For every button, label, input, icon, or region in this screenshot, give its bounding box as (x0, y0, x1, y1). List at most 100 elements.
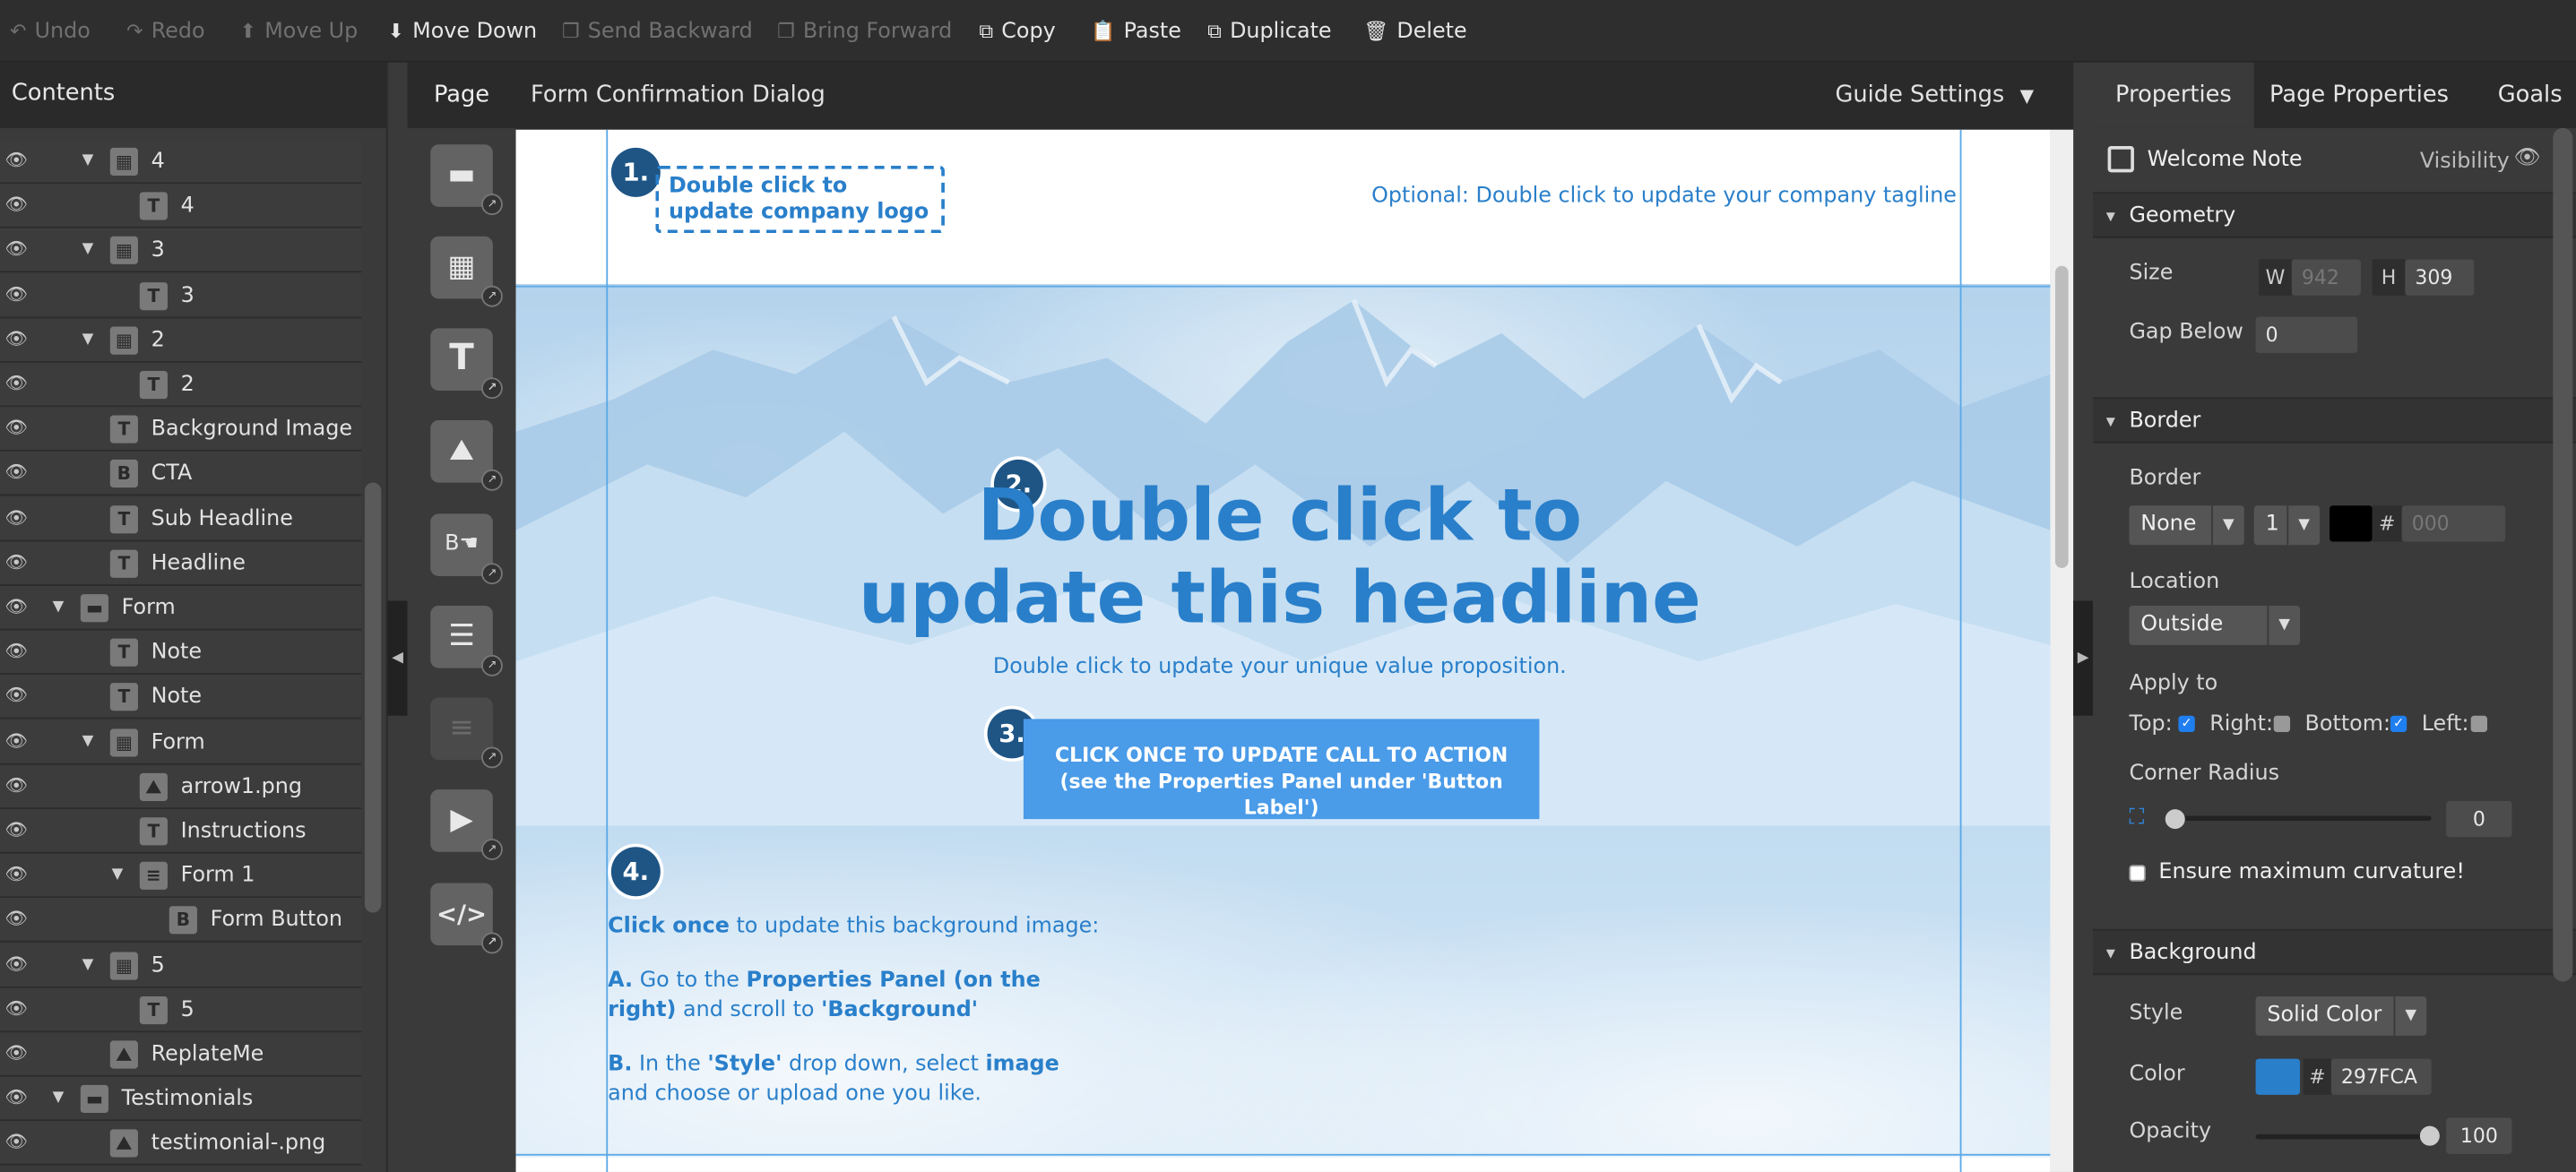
tree-row[interactable]: 👁 ▼ ≡ Form 1 (0, 853, 362, 899)
eye-icon[interactable]: 👁 (4, 998, 28, 1019)
eye-icon[interactable]: 👁 (4, 775, 28, 796)
move-down-button[interactable]: ⬇ Move Down (388, 0, 538, 63)
collapse-left-panel-button[interactable]: ◀ (387, 600, 408, 716)
eye-icon[interactable]: 👁 (4, 151, 28, 171)
visibility-eye-icon[interactable]: 👁 (2513, 146, 2540, 170)
eye-icon[interactable]: 👁 (4, 194, 28, 215)
border-style-dropdown[interactable]: None ▼ (2129, 505, 2244, 546)
eye-icon[interactable]: 👁 (4, 642, 28, 662)
tree-row[interactable]: 👁 ▼ ▦ 4 (0, 139, 362, 185)
tree-row[interactable]: 👁 ▼ ▦ Form (0, 720, 362, 764)
tree-row[interactable]: 👁 ▼ ▬ Form (0, 585, 362, 631)
collapse-right-panel-button[interactable]: ▶ (2073, 600, 2094, 716)
opacity-slider-knob[interactable] (2419, 1125, 2440, 1146)
button-widget[interactable]: B☚ ↗ (430, 513, 503, 585)
tree-row[interactable]: 👁 ⛰ testimonial-.png (0, 1121, 362, 1167)
list-widget[interactable]: ☰ ↗ (430, 605, 503, 676)
tree-row[interactable]: 👁 T Note (0, 675, 362, 720)
expand-arrow-icon[interactable]: ▼ (82, 731, 99, 751)
eye-icon[interactable]: 👁 (4, 865, 28, 885)
left-checkbox[interactable] (2470, 715, 2488, 733)
tree-row[interactable]: 👁 B CTA (0, 452, 362, 496)
background-color-input[interactable]: 297FCA (2330, 1058, 2432, 1095)
background-style-dropdown[interactable]: Solid Color ▼ (2255, 995, 2427, 1036)
background-section-header[interactable]: Background (2093, 928, 2576, 976)
bottom-checkbox[interactable]: ✓ (2390, 715, 2407, 733)
eye-icon[interactable]: 👁 (4, 1133, 28, 1153)
border-color-swatch[interactable] (2330, 505, 2373, 542)
border-color-input[interactable]: 000 (2401, 505, 2506, 542)
eye-icon[interactable]: 👁 (4, 1043, 28, 1064)
company-tagline[interactable]: Optional: Double click to update your co… (1371, 184, 1957, 208)
tree-row[interactable]: 👁 ▼ ▦ 2 (0, 318, 362, 363)
layer-tree-scrollbar[interactable] (364, 482, 382, 913)
height-input[interactable]: 309 (2405, 259, 2475, 296)
tree-row[interactable]: 👁 T 5 (0, 987, 362, 1032)
opacity-slider[interactable] (2255, 1133, 2430, 1140)
eye-icon[interactable]: 👁 (4, 374, 28, 394)
image-widget[interactable]: ⛰ ↗ (430, 419, 503, 491)
tree-row[interactable]: 👁 T 3 (0, 273, 362, 318)
canvas-scrollbar[interactable] (2054, 265, 2069, 568)
delete-button[interactable]: 🗑 Delete (1363, 0, 1466, 63)
eye-icon[interactable]: 👁 (4, 1088, 28, 1108)
tree-row[interactable]: 👁 ▼ ▬ Testimonials (0, 1077, 362, 1122)
bring-forward-button[interactable]: ❐ Bring Forward (777, 0, 952, 63)
text-widget[interactable]: T ↗ (430, 328, 503, 400)
expand-arrow-icon[interactable]: ▼ (82, 330, 99, 349)
max-curvature-checkbox[interactable] (2129, 865, 2146, 882)
top-checkbox[interactable]: ✓ (2178, 715, 2195, 733)
eye-icon[interactable]: 👁 (4, 686, 28, 706)
tab-goals[interactable]: Goals (2481, 63, 2576, 128)
tree-row[interactable]: 👁 ⛰ ReplateMe (0, 1032, 362, 1077)
border-location-dropdown[interactable]: Outside ▼ (2129, 605, 2301, 645)
tree-row[interactable]: 👁 T 2 (0, 362, 362, 408)
video-widget[interactable]: ▶ ↗ (430, 789, 503, 860)
code-widget[interactable]: </> ↗ (430, 883, 503, 954)
tree-row[interactable]: 👁 ▼ ▦ 3 (0, 228, 362, 273)
right-checkbox[interactable] (2273, 715, 2291, 733)
corner-radius-input[interactable]: 0 (2446, 800, 2512, 838)
section-widget[interactable]: ▬ ↗ (430, 144, 503, 215)
corner-radius-slider[interactable] (2168, 815, 2432, 821)
tree-row[interactable]: 👁 T Sub Headline (0, 496, 362, 541)
geometry-section-header[interactable]: Geometry (2093, 192, 2576, 238)
eye-icon[interactable]: 👁 (4, 284, 28, 305)
cta-button[interactable]: CLICK ONCE TO UPDATE CALL TO ACTION (see… (1023, 719, 1540, 820)
properties-scrollbar[interactable] (2553, 127, 2573, 982)
tree-row[interactable]: 👁 T Note (0, 630, 362, 676)
eye-icon[interactable]: 👁 (4, 329, 28, 349)
expand-arrow-icon[interactable]: ▼ (112, 866, 128, 885)
tree-row[interactable]: 👁 T Instructions (0, 809, 362, 854)
eye-icon[interactable]: 👁 (4, 552, 28, 573)
instructions-note[interactable]: Click once to update this background ima… (608, 913, 1101, 1134)
background-color-swatch[interactable] (2255, 1058, 2301, 1095)
headline[interactable]: Double click to update this headline (844, 475, 1715, 640)
logo-placeholder[interactable]: Double click to update company logo (655, 166, 945, 234)
expand-arrow-icon[interactable]: ▼ (53, 598, 69, 617)
guide-settings-dropdown[interactable]: Guide Settings ▼ (1836, 82, 2035, 108)
undo-button[interactable]: ↶ Undo (10, 0, 91, 63)
value-proposition[interactable]: Double click to update your unique value… (844, 655, 1715, 679)
tree-row[interactable]: 👁 T Headline (0, 541, 362, 586)
eye-icon[interactable]: 👁 (4, 820, 28, 840)
opacity-input[interactable]: 100 (2446, 1117, 2512, 1154)
tree-row[interactable]: 👁 ⛰ arrow1.png (0, 764, 362, 809)
duplicate-button[interactable]: ⧉ Duplicate (1207, 0, 1331, 63)
border-section-header[interactable]: Border (2093, 397, 2576, 444)
eye-icon[interactable]: 👁 (4, 954, 28, 974)
eye-icon[interactable]: 👁 (4, 418, 28, 438)
tree-row[interactable]: 👁 T Background Image (0, 407, 362, 452)
eye-icon[interactable]: 👁 (4, 462, 28, 483)
eye-icon[interactable]: 👁 (4, 909, 28, 930)
expand-arrow-icon[interactable]: ▼ (82, 240, 99, 260)
width-input[interactable]: 942 (2291, 259, 2361, 296)
tab-page-properties[interactable]: Page Properties (2254, 63, 2465, 128)
move-up-button[interactable]: ⬆ Move Up (240, 0, 359, 63)
paste-button[interactable]: 📋 Paste (1091, 0, 1181, 63)
tree-row[interactable]: 👁 B Form Button (0, 898, 362, 944)
send-backward-button[interactable]: ❐ Send Backward (562, 0, 753, 63)
copy-button[interactable]: ⧉ Copy (979, 0, 1055, 63)
eye-icon[interactable]: 👁 (4, 239, 28, 260)
gap-below-input[interactable]: 0 (2255, 316, 2358, 353)
